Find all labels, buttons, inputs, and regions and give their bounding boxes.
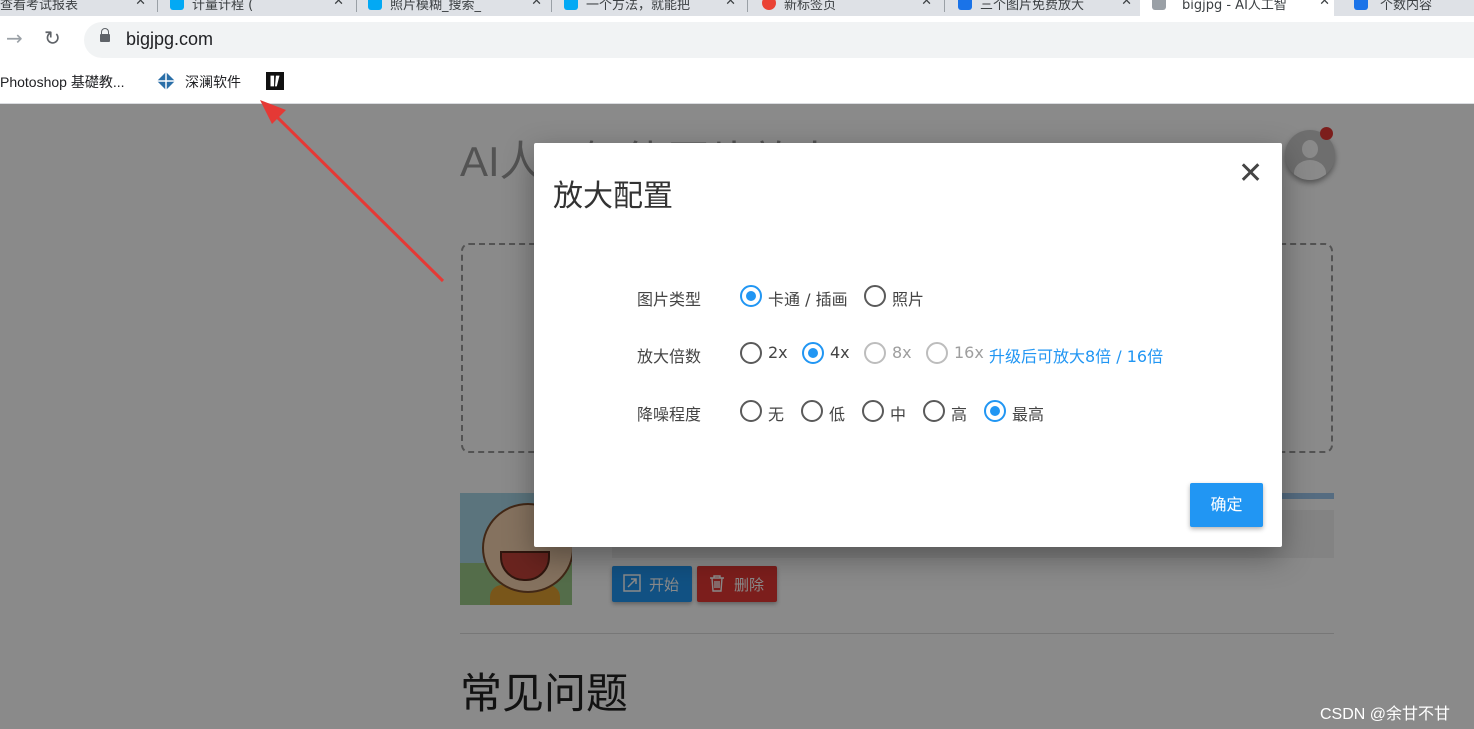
- tab-title: 照片模糊_搜索_: [390, 0, 482, 13]
- tab-favicon-icon: [564, 0, 578, 10]
- tab-title: 一个方法，就能把: [586, 0, 691, 13]
- radio-label: 卡通 / 插画: [768, 290, 848, 309]
- radio-icon: [740, 285, 762, 307]
- tab-0[interactable]: 查看考试报表 ✕: [0, 0, 150, 16]
- tab-favicon-icon: [1152, 0, 1166, 10]
- dialog-title: 放大配置: [553, 179, 673, 214]
- omnibox[interactable]: [84, 22, 1474, 58]
- tab-divider: [747, 0, 748, 12]
- tab-close-icon[interactable]: ✕: [1319, 0, 1330, 9]
- tab-title: 个数内容: [1380, 0, 1433, 13]
- radio-icon: [740, 342, 762, 364]
- tab-divider: [356, 0, 357, 12]
- bookmark-photoshop[interactable]: Photoshop 基礎教...: [0, 72, 125, 92]
- radio-label: 照片: [892, 290, 925, 309]
- tab-close-icon[interactable]: ✕: [921, 0, 932, 9]
- tab-strip: 查看考试报表 ✕ 计量计程 ( ✕ 照片模糊_搜索_ ✕ 一个方法，就能把 ✕ …: [0, 0, 1474, 16]
- radio-label: 中: [890, 405, 907, 424]
- tab-title: 查看考试报表: [0, 0, 79, 13]
- bookmarks-bar: Photoshop 基礎教... 深澜软件: [0, 62, 1474, 104]
- close-icon[interactable]: ✕: [1238, 159, 1263, 189]
- radio-icon: [984, 400, 1006, 422]
- bookmark-logo-icon[interactable]: [266, 72, 284, 90]
- url-text[interactable]: bigjpg.com: [126, 29, 213, 50]
- tab-close-icon[interactable]: ✕: [333, 0, 344, 9]
- radio-label: 无: [768, 405, 785, 424]
- tab-favicon-icon: [958, 0, 972, 10]
- scale-label: 放大倍数: [637, 347, 702, 366]
- tab-favicon-icon: [170, 0, 184, 10]
- watermark: CSDN @余甘不甘: [1320, 706, 1451, 723]
- tab-4[interactable]: 新标签页 ✕: [762, 0, 936, 16]
- tab-favicon-icon: [1354, 0, 1368, 10]
- tab-close-icon[interactable]: ✕: [135, 0, 146, 9]
- image-type-label: 图片类型: [637, 290, 702, 309]
- confirm-button[interactable]: 确定: [1190, 483, 1263, 527]
- tab-divider: [551, 0, 552, 12]
- tab-title: 三个图片免费放大: [980, 0, 1085, 13]
- shenlan-logo-icon: [157, 72, 175, 90]
- tab-3[interactable]: 一个方法，就能把 ✕: [564, 0, 740, 16]
- radio-icon: [926, 342, 948, 364]
- radio-icon: [864, 285, 886, 307]
- tab-2[interactable]: 照片模糊_搜索_ ✕: [368, 0, 546, 16]
- radio-label: 高: [951, 405, 968, 424]
- radio-label: 低: [829, 405, 846, 424]
- upgrade-link[interactable]: 升级后可放大8倍 / 16倍: [989, 343, 1163, 367]
- tab-6-active[interactable]: bigjpg - AI人工智 ✕: [1140, 0, 1334, 16]
- radio-icon: [801, 400, 823, 422]
- tab-7[interactable]: 个数内容: [1350, 0, 1474, 16]
- forward-icon[interactable]: →: [6, 26, 23, 50]
- radio-label: 2x: [768, 343, 788, 362]
- tab-close-icon[interactable]: ✕: [531, 0, 542, 9]
- radio-icon: [740, 400, 762, 422]
- denoise-label: 降噪程度: [637, 405, 702, 424]
- tab-title: bigjpg - AI人工智: [1182, 0, 1287, 13]
- radio-label: 8x: [892, 343, 912, 362]
- bookmark-shenlan[interactable]: 深澜软件: [185, 72, 241, 92]
- tab-close-icon[interactable]: ✕: [725, 0, 736, 9]
- radio-icon: [862, 400, 884, 422]
- tab-divider: [157, 0, 158, 12]
- tab-5[interactable]: 三个图片免费放大 ✕: [958, 0, 1136, 16]
- radio-label: 最高: [1012, 405, 1045, 424]
- radio-label: 16x: [954, 343, 984, 362]
- radio-icon: [864, 342, 886, 364]
- upscale-config-dialog: 放大配置 ✕ 图片类型 卡通 / 插画 照片 放大倍数 2x 4x 8x 16x…: [534, 143, 1282, 547]
- reload-icon[interactable]: ↻: [44, 26, 61, 50]
- tab-favicon-icon: [762, 0, 776, 10]
- radio-icon: [923, 400, 945, 422]
- tab-favicon-icon: [368, 0, 382, 10]
- tab-divider: [944, 0, 945, 12]
- tab-close-icon[interactable]: ✕: [1121, 0, 1132, 9]
- lock-icon[interactable]: [100, 28, 110, 42]
- tab-title: 新标签页: [784, 0, 837, 13]
- tab-title: 计量计程 (: [192, 0, 254, 13]
- tab-1[interactable]: 计量计程 ( ✕: [170, 0, 348, 16]
- radio-label: 4x: [830, 343, 850, 362]
- radio-icon: [802, 342, 824, 364]
